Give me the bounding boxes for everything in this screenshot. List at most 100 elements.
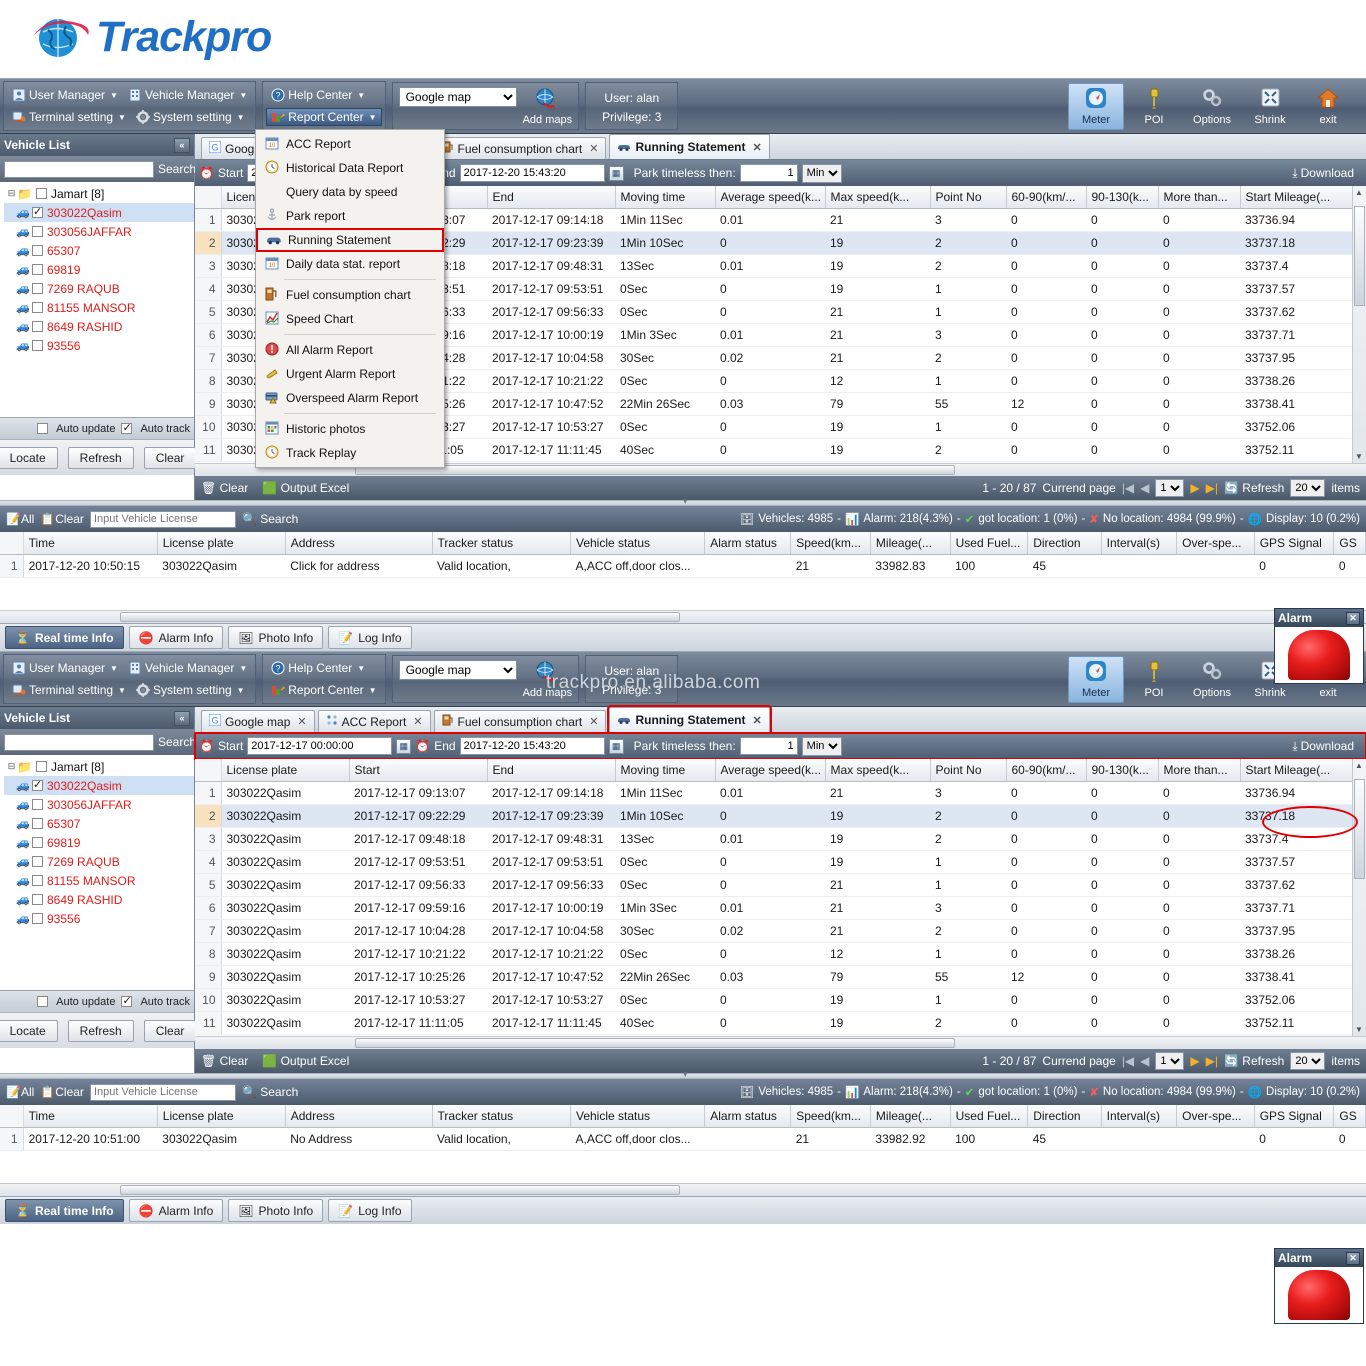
map-select-lower[interactable]: Google map [398,660,517,680]
vehicle-node-7[interactable]: 🚙 93556 [4,336,194,355]
close-icon[interactable]: ✕ [297,715,306,728]
info-col-over-speed[interactable]: Over-spe... [1176,532,1255,555]
vehicle-node-6[interactable]: 🚙 8649 RASHID [4,317,194,336]
next-page-icon[interactable]: ▶ [1190,1054,1199,1068]
menu-help-center[interactable]: ? Help Center ▼ [266,86,370,104]
info-search-button-bottom[interactable]: 🔍 Search [242,1085,298,1099]
btab-real-time-info-top[interactable]: ⏳ Real time Info [5,626,124,649]
refresh-button-bottom[interactable]: Refresh [67,1019,134,1042]
menu-item-fuel-consumption-chart[interactable]: Fuel consumption chart [256,283,444,307]
menu-user-manager-lower[interactable]: User Manager ▼ [7,659,123,677]
scroll-down-icon[interactable]: ▼ [1355,1025,1363,1034]
col-license-plate[interactable]: License plate [221,759,350,782]
close-icon[interactable]: ✕ [752,141,761,154]
info-col-time[interactable]: Time [23,1105,158,1128]
vehicle-node-b6[interactable]: 🚙 8649 RASHID [4,890,194,909]
items-per-page-select-bottom[interactable]: 20 [1290,1052,1326,1070]
info-col-direction[interactable]: Direction [1027,532,1102,555]
calendar-icon[interactable]: ▦ [396,738,412,754]
menu-report-center[interactable]: Report Center ▼ [266,108,382,126]
info-col-vehicle-status[interactable]: Vehicle status [570,1105,706,1128]
menu-item-running-statement[interactable]: Running Statement [256,228,444,252]
info-table-row[interactable]: 1 2017-12-20 10:50:15 303022Qasim Click for… [0,554,1366,578]
info-search-button[interactable]: 🔍 Search [242,512,298,526]
col-max-speed[interactable]: Max speed(k... [825,186,931,209]
clear-button[interactable]: Clear [143,446,197,469]
info-col-gps-signal[interactable]: GPS Signal [1254,532,1335,555]
vehicle-node-b7[interactable]: 🚙 93556 [4,909,194,928]
info-table-row[interactable]: 1 2017-12-20 10:51:00 303022Qasim No Addres… [0,1127,1366,1151]
vehicle-node-2[interactable]: 🚙 65307 [4,241,194,260]
end-date-input-bottom[interactable] [459,737,605,755]
panel-splitter-top[interactable] [0,496,1366,507]
report-vscrollbar-top[interactable]: ▲ ▼ [1352,186,1366,463]
close-icon[interactable]: ✕ [1346,611,1360,625]
col-60-90[interactable]: 60-90(km/... [1006,186,1087,209]
info-col-address[interactable]: Address [285,1105,433,1128]
panel-splitter-bottom[interactable] [0,1069,1366,1080]
group-checkbox[interactable] [35,761,47,772]
col-moving-time[interactable]: Moving time [615,759,716,782]
vehicle-node-b5[interactable]: 🚙 81155 MANSOR [4,871,194,890]
vehicle-node-3[interactable]: 🚙 69819 [4,260,194,279]
vehicle-search-input-bottom[interactable] [4,733,154,751]
park-unit-select-bottom[interactable]: Min [801,736,842,756]
menu-help-center-lower[interactable]: ? Help Center ▼ [266,659,370,677]
vehicle-node-b0[interactable]: 🚙 303022Qasim [4,776,194,795]
info-col-license-plate[interactable]: License plate [157,1105,286,1128]
info-search-input-bottom[interactable] [89,1083,236,1101]
table-row[interactable]: 10303022Qasim2017-12-17 10:53:272017-12-… [195,988,1366,1012]
vehicle-checkbox-b5[interactable] [32,875,43,886]
last-page-icon[interactable]: ▶| [1206,481,1218,495]
btab-alarm-info-top[interactable]: ⛔ Alarm Info [128,626,224,649]
vehicle-checkbox-5[interactable] [32,302,43,313]
refresh-button[interactable]: Refresh [67,446,134,469]
info-col-vehicle-status[interactable]: Vehicle status [570,532,706,555]
info-col-gs[interactable]: GS [1333,1105,1366,1128]
scroll-down-icon[interactable]: ▼ [1355,452,1363,461]
info-hscrollbar-top[interactable] [0,610,1366,623]
info-col-mileage[interactable]: Mileage(... [870,532,951,555]
tree-group-node[interactable]: ⊟ 📁 Jamart [8] [4,184,194,203]
vehicle-node-5[interactable]: 🚙 81155 MANSOR [4,298,194,317]
group-checkbox[interactable] [35,188,47,199]
table-row[interactable]: 2303022Qasim2017-12-17 09:22:292017-12-1… [195,804,1366,828]
poi-button[interactable]: POI [1126,84,1182,129]
close-icon[interactable]: ✕ [752,714,761,727]
info-clear-button-bottom[interactable]: 📋Clear [40,1085,84,1099]
table-row[interactable]: 3303022Qasim2017-12-17 09:48:182017-12-1… [195,827,1366,851]
page-select-bottom[interactable]: 1 [1155,1052,1185,1070]
first-page-icon[interactable]: |◀ [1122,481,1134,495]
info-all-button-bottom[interactable]: 📝All [6,1085,34,1099]
menu-item-overspeed-alarm-report[interactable]: Overspeed Alarm Report [256,386,444,410]
menu-system-setting[interactable]: System setting ▼ [131,108,250,126]
output-excel-button-bottom[interactable]: 🟩 Output Excel [262,1054,349,1068]
col-max-speed[interactable]: Max speed(k... [825,759,931,782]
pager-refresh-button[interactable]: 🔄 Refresh [1224,481,1284,495]
col-more-than[interactable]: More than... [1158,759,1241,782]
info-col-tracker-status[interactable]: Tracker status [432,1105,571,1128]
report-hscrollbar-bottom[interactable] [195,1036,1366,1049]
shrink-button[interactable]: Shrink [1242,84,1298,129]
end-date-input[interactable] [459,164,605,182]
pager-clear-button[interactable]: 🗑 Clear [201,481,248,495]
col-end[interactable]: End [487,759,616,782]
table-row[interactable]: 6303022Qasim2017-12-17 09:59:162017-12-1… [195,896,1366,920]
info-col-speed[interactable]: Speed(km... [790,532,871,555]
table-row[interactable]: 1303022Qasim2017-12-17 09:13:072017-12-1… [195,781,1366,805]
start-date-input-bottom[interactable] [247,737,393,755]
calendar-icon[interactable]: ▦ [608,165,624,181]
map-select[interactable]: Google map [398,87,517,107]
col-start-mileage[interactable]: Start Mileage(... [1240,186,1353,209]
vehicle-node-b2[interactable]: 🚙 65307 [4,814,194,833]
vehicle-checkbox-1[interactable] [32,226,43,237]
info-hscrollbar-bottom[interactable] [0,1183,1366,1196]
next-page-icon[interactable]: ▶ [1190,481,1199,495]
park-unit-select[interactable]: Min [801,163,842,183]
info-col-used-fuel[interactable]: Used Fuel... [950,532,1029,555]
table-row[interactable]: 4303022Qasim2017-12-17 09:53:512017-12-1… [195,850,1366,874]
vehicle-checkbox-7[interactable] [32,340,43,351]
info-search-input[interactable] [89,510,236,528]
menu-item-query-data-by-speed[interactable]: Query data by speed [256,180,444,204]
col-moving-time[interactable]: Moving time [615,186,716,209]
